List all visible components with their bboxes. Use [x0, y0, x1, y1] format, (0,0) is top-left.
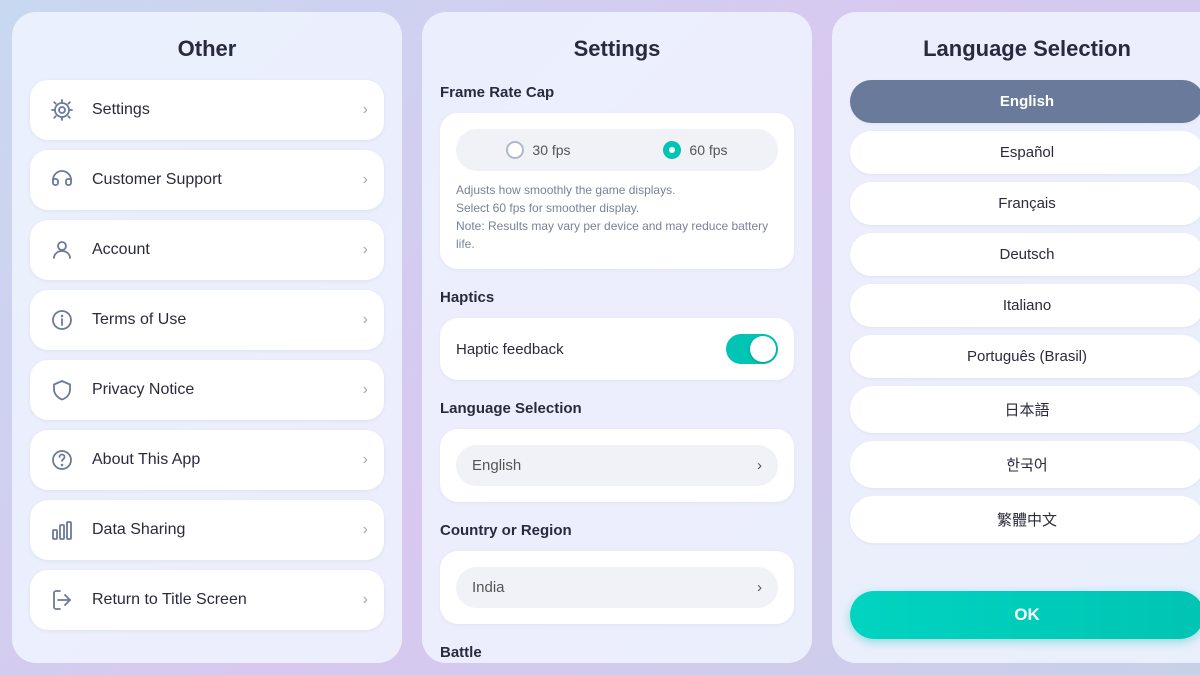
region-section-label: Country or Region: [440, 522, 794, 539]
region-select[interactable]: India ›: [456, 567, 778, 608]
frame-rate-label: Frame Rate Cap: [440, 84, 794, 101]
menu-item-data-sharing[interactable]: Data Sharing ›: [30, 500, 384, 560]
settings-label: Settings: [92, 101, 363, 119]
haptics-section-label: Haptics: [440, 289, 794, 306]
haptics-card: Haptic feedback: [440, 318, 794, 380]
language-list: English Español Français Deutsch Italian…: [850, 80, 1200, 579]
haptic-toggle[interactable]: [726, 334, 778, 364]
fps-30-radio: [506, 141, 524, 159]
menu-item-return[interactable]: Return to Title Screen ›: [30, 570, 384, 630]
question-icon: [46, 444, 78, 476]
language-selection-panel: Language Selection English Español Franç…: [832, 12, 1200, 663]
language-section-label: Language Selection: [440, 400, 794, 417]
shield-icon: [46, 374, 78, 406]
terms-label: Terms of Use: [92, 311, 363, 329]
about-chevron: ›: [363, 451, 368, 469]
lang-zh[interactable]: 繁體中文: [850, 496, 1200, 543]
privacy-label: Privacy Notice: [92, 381, 363, 399]
terms-chevron: ›: [363, 311, 368, 329]
person-icon: [46, 234, 78, 266]
language-selection-title: Language Selection: [850, 36, 1200, 62]
fps-60-label: 60 fps: [689, 142, 727, 158]
lang-pt[interactable]: Português (Brasil): [850, 335, 1200, 378]
settings-title: Settings: [440, 36, 794, 62]
language-chevron: ›: [757, 457, 762, 474]
other-title: Other: [30, 36, 384, 62]
lang-en[interactable]: English: [850, 80, 1200, 123]
other-menu-panel: Other Settings › Customer Support › Acco…: [12, 12, 402, 663]
menu-item-customer-support[interactable]: Customer Support ›: [30, 150, 384, 210]
region-card: India ›: [440, 551, 794, 624]
privacy-chevron: ›: [363, 381, 368, 399]
lang-de[interactable]: Deutsch: [850, 233, 1200, 276]
toggle-knob: [750, 336, 776, 362]
language-card: English ›: [440, 429, 794, 502]
lang-es[interactable]: Español: [850, 131, 1200, 174]
menu-item-account[interactable]: Account ›: [30, 220, 384, 280]
menu-item-about[interactable]: About This App ›: [30, 430, 384, 490]
headset-icon: [46, 164, 78, 196]
data-sharing-label: Data Sharing: [92, 521, 363, 539]
frame-rate-card: 30 fps 60 fps Adjusts how smoothly the g…: [440, 113, 794, 269]
menu-item-settings[interactable]: Settings ›: [30, 80, 384, 140]
haptics-row: Haptic feedback: [456, 334, 778, 364]
gear-icon: [46, 94, 78, 126]
menu-item-privacy[interactable]: Privacy Notice ›: [30, 360, 384, 420]
lang-fr[interactable]: Français: [850, 182, 1200, 225]
exit-icon: [46, 584, 78, 616]
customer-support-chevron: ›: [363, 171, 368, 189]
data-sharing-chevron: ›: [363, 521, 368, 539]
settings-chevron: ›: [363, 101, 368, 119]
fps-60-option[interactable]: 60 fps: [617, 133, 774, 167]
battle-label: Battle: [440, 644, 794, 661]
fps-description: Adjusts how smoothly the game displays.S…: [456, 181, 778, 253]
about-label: About This App: [92, 451, 363, 469]
return-chevron: ›: [363, 591, 368, 609]
ok-button[interactable]: OK: [850, 591, 1200, 639]
language-select[interactable]: English ›: [456, 445, 778, 486]
lang-ja[interactable]: 日本語: [850, 386, 1200, 433]
region-value: India: [472, 579, 505, 596]
info-icon: [46, 304, 78, 336]
region-chevron: ›: [757, 579, 762, 596]
fps-30-label: 30 fps: [532, 142, 570, 158]
account-chevron: ›: [363, 241, 368, 259]
return-label: Return to Title Screen: [92, 591, 363, 609]
haptic-feedback-label: Haptic feedback: [456, 341, 564, 358]
lang-it[interactable]: Italiano: [850, 284, 1200, 327]
account-label: Account: [92, 241, 363, 259]
language-value: English: [472, 457, 521, 474]
fps-30-option[interactable]: 30 fps: [460, 133, 617, 167]
fps-60-radio: [663, 141, 681, 159]
chart-icon: [46, 514, 78, 546]
customer-support-label: Customer Support: [92, 171, 363, 189]
menu-item-terms[interactable]: Terms of Use ›: [30, 290, 384, 350]
fps-selector: 30 fps 60 fps: [456, 129, 778, 171]
lang-ko[interactable]: 한국어: [850, 441, 1200, 488]
settings-panel: Settings Frame Rate Cap 30 fps 60 fps Ad…: [422, 12, 812, 663]
